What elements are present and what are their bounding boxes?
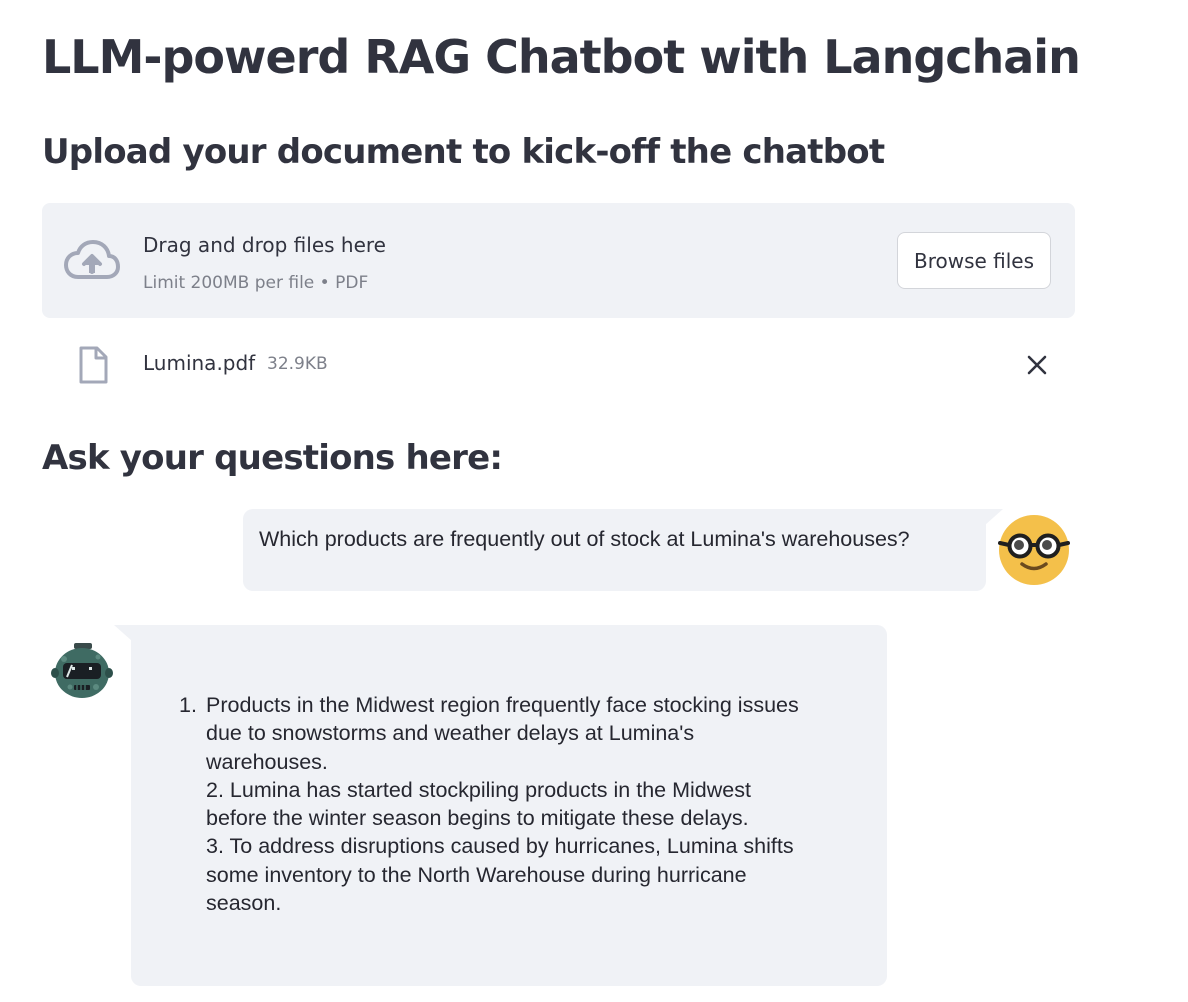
message-line: 3. To address disruptions caused by hurr… bbox=[206, 834, 794, 859]
uploaded-file-size: 32.9KB bbox=[267, 354, 328, 374]
message-line: due to snowstorms and weather delays at … bbox=[206, 721, 695, 746]
assistant-list: 1. Products in the Midwest region freque… bbox=[179, 691, 869, 917]
page-title: LLM-powerd RAG Chatbot with Langchain bbox=[42, 30, 1081, 84]
cloud-upload-icon bbox=[64, 240, 120, 279]
questions-heading: Ask your questions here: bbox=[42, 438, 503, 478]
message-line: before the winter season begins to mitig… bbox=[206, 806, 749, 831]
assistant-message-text: 1. Products in the Midwest region freque… bbox=[179, 691, 869, 917]
message-line: some inventory to the North Warehouse du… bbox=[206, 862, 747, 887]
browse-files-button[interactable]: Browse files bbox=[897, 232, 1051, 289]
dropzone-title: Drag and drop files here bbox=[143, 233, 386, 257]
message-line: warehouses. bbox=[206, 749, 328, 774]
assistant-bubble-tail bbox=[114, 625, 132, 641]
message-line: season. bbox=[206, 891, 282, 916]
uploaded-file-row: Lumina.pdf 32.9KB bbox=[42, 340, 1075, 390]
assistant-message-bubble: 1. Products in the Midwest region freque… bbox=[131, 625, 887, 986]
dropzone-limit: Limit 200MB per file • PDF bbox=[143, 273, 369, 293]
file-icon bbox=[79, 346, 108, 384]
upload-heading: Upload your document to kick-off the cha… bbox=[42, 132, 885, 172]
robot-icon bbox=[51, 643, 113, 698]
list-number: 1. bbox=[179, 693, 197, 717]
message-line: Products in the Midwest region frequentl… bbox=[206, 693, 799, 717]
file-dropzone[interactable]: Drag and drop files here Limit 200MB per… bbox=[42, 203, 1075, 318]
user-message-bubble: Which products are frequently out of sto… bbox=[243, 509, 986, 591]
close-icon[interactable] bbox=[1024, 352, 1050, 378]
uploaded-file-name: Lumina.pdf bbox=[143, 351, 256, 375]
user-message-text: Which products are frequently out of sto… bbox=[259, 527, 910, 551]
nerd-face-icon bbox=[998, 515, 1070, 585]
message-line: 2. Lumina has started stockpiling produc… bbox=[206, 777, 751, 802]
